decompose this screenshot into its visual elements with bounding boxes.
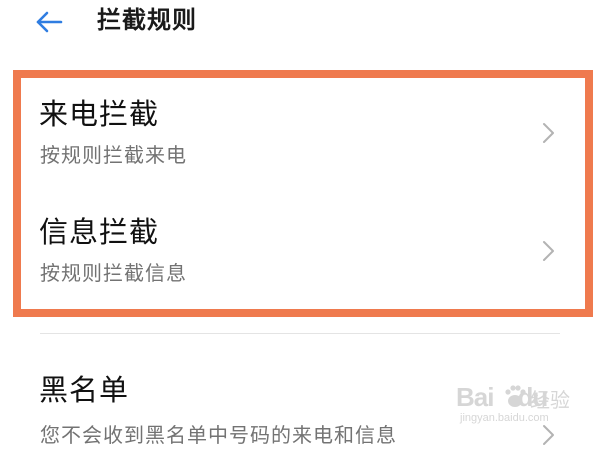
- arrow-left-icon[interactable]: [28, 2, 68, 42]
- row-subtitle: 按规则拦截来电: [40, 143, 187, 167]
- row-subtitle: 您不会收到黑名单中号码的来电和信息: [40, 423, 397, 447]
- chevron-right-icon: [543, 123, 554, 143]
- row-title: 来电拦截: [39, 97, 160, 131]
- list-item-blacklist[interactable]: 黑名单 您不会收到黑名单中号码的来电和信息: [0, 372, 600, 450]
- list-item-call-interception[interactable]: 来电拦截 按规则拦截来电: [0, 96, 600, 176]
- chevron-right-icon: [543, 425, 554, 445]
- row-title: 信息拦截: [39, 215, 160, 249]
- list-item-message-interception[interactable]: 信息拦截 按规则拦截信息: [0, 214, 600, 294]
- page-title: 拦截规则: [97, 6, 197, 34]
- row-subtitle: 按规则拦截信息: [40, 261, 187, 285]
- divider: [40, 333, 560, 334]
- top-bar: 拦截规则: [0, 0, 600, 50]
- row-title: 黑名单: [39, 373, 130, 407]
- chevron-right-icon: [543, 241, 554, 261]
